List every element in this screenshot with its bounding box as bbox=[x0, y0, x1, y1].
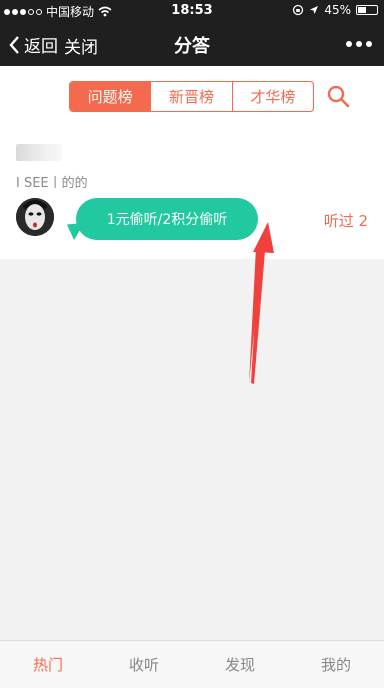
avatar[interactable] bbox=[16, 198, 54, 236]
bottom-tab-bar: 热门 收听 发现 我的 bbox=[0, 640, 384, 688]
tab-new-rank[interactable]: 新晋榜 bbox=[150, 82, 231, 111]
tab-listen[interactable]: 收听 bbox=[96, 641, 192, 688]
blurred-username bbox=[16, 144, 62, 161]
tab-discover[interactable]: 发现 bbox=[192, 641, 288, 688]
tab-mine[interactable]: 我的 bbox=[288, 641, 384, 688]
question-list: 问题榜 新晋榜 才华榜 I SEE丨的的 1元偷听/2积分偷听 听过 2 bbox=[0, 66, 384, 259]
question-text[interactable]: I SEE丨的的 bbox=[16, 172, 88, 191]
tab-hot[interactable]: 热门 bbox=[0, 641, 96, 688]
tab-question-rank[interactable]: 问题榜 bbox=[70, 82, 151, 111]
battery-icon bbox=[356, 5, 378, 15]
status-bar: 中国移动 18:53 45% bbox=[0, 0, 384, 22]
page-title: 分答 bbox=[174, 36, 210, 57]
tab-talent-rank[interactable]: 才华榜 bbox=[231, 82, 313, 111]
ranking-tabs: 问题榜 新晋榜 才华榜 bbox=[69, 81, 314, 112]
search-icon[interactable] bbox=[326, 84, 350, 108]
battery-percent: 45% bbox=[324, 3, 351, 17]
more-dots-icon[interactable] bbox=[346, 41, 372, 47]
nav-bar: 返回 关闭 分答 bbox=[0, 22, 384, 66]
eavesdrop-button[interactable]: 1元偷听/2积分偷听 bbox=[76, 198, 258, 240]
orientation-lock-icon bbox=[293, 4, 304, 16]
listen-count: 听过 2 bbox=[323, 212, 368, 230]
status-right: 45% bbox=[292, 3, 378, 17]
location-arrow-icon bbox=[310, 6, 319, 14]
